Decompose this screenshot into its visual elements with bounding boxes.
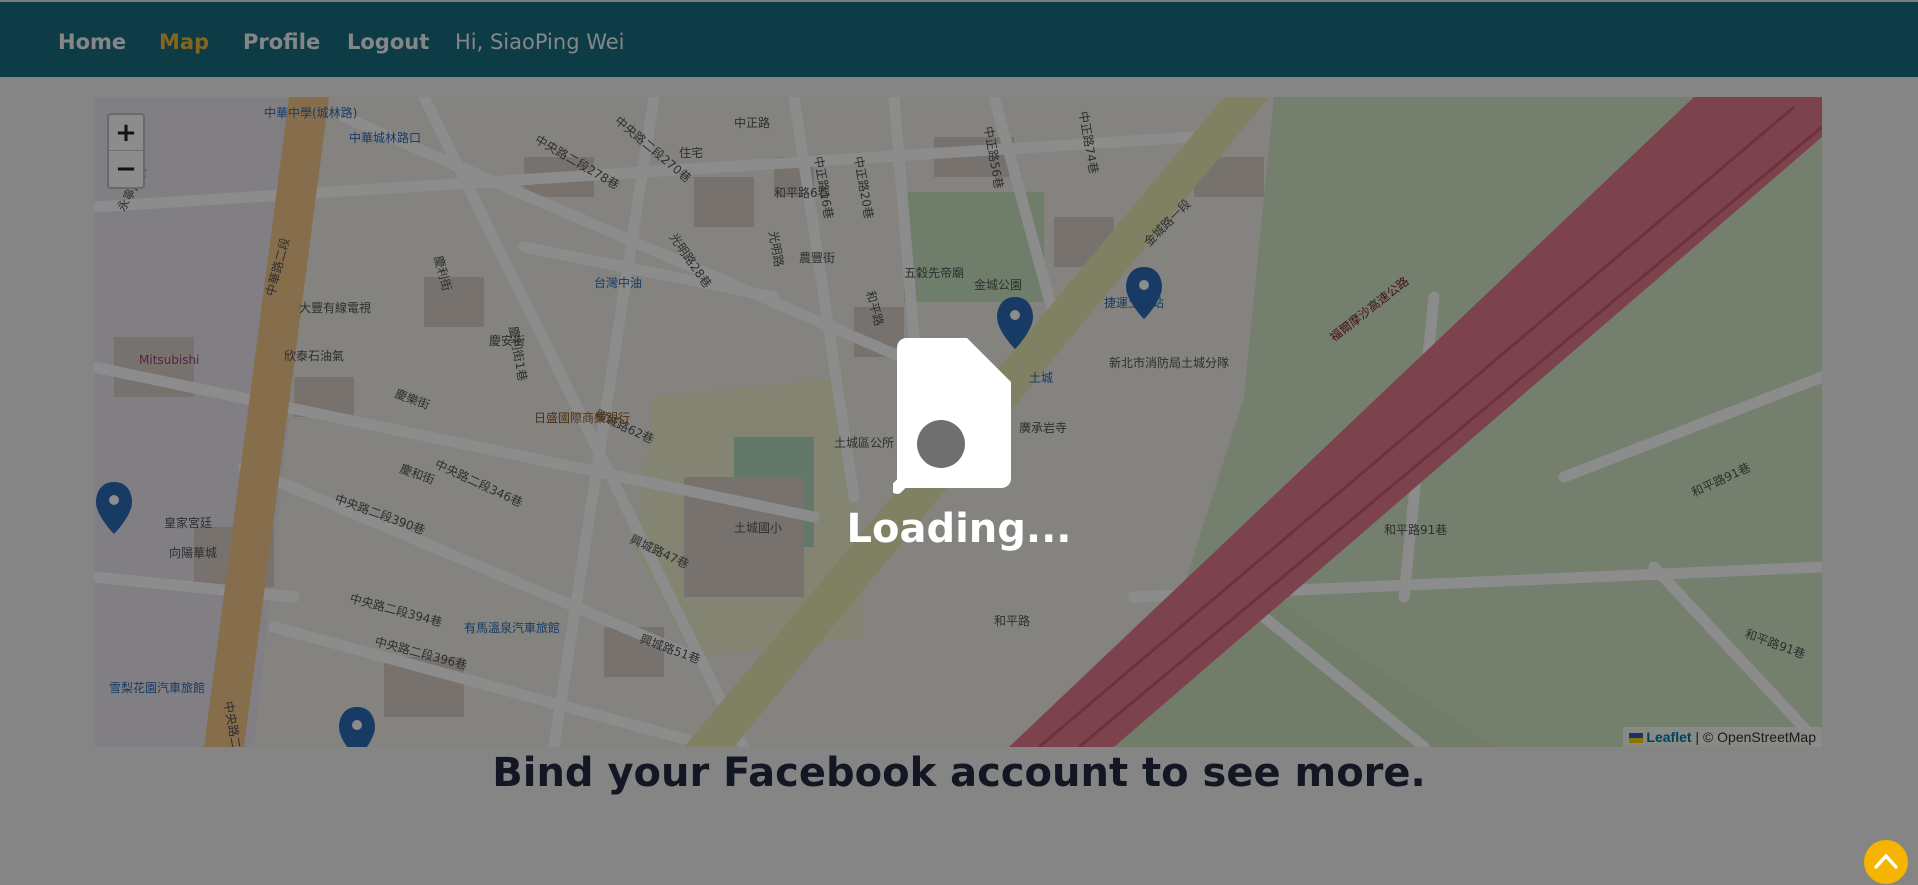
- chevron-up-icon: [1874, 854, 1898, 869]
- file-search-icon: [893, 338, 1011, 494]
- scroll-to-top-button[interactable]: [1864, 840, 1908, 884]
- loading-text: Loading...: [846, 506, 1072, 552]
- loading-overlay: Loading...: [0, 0, 1918, 885]
